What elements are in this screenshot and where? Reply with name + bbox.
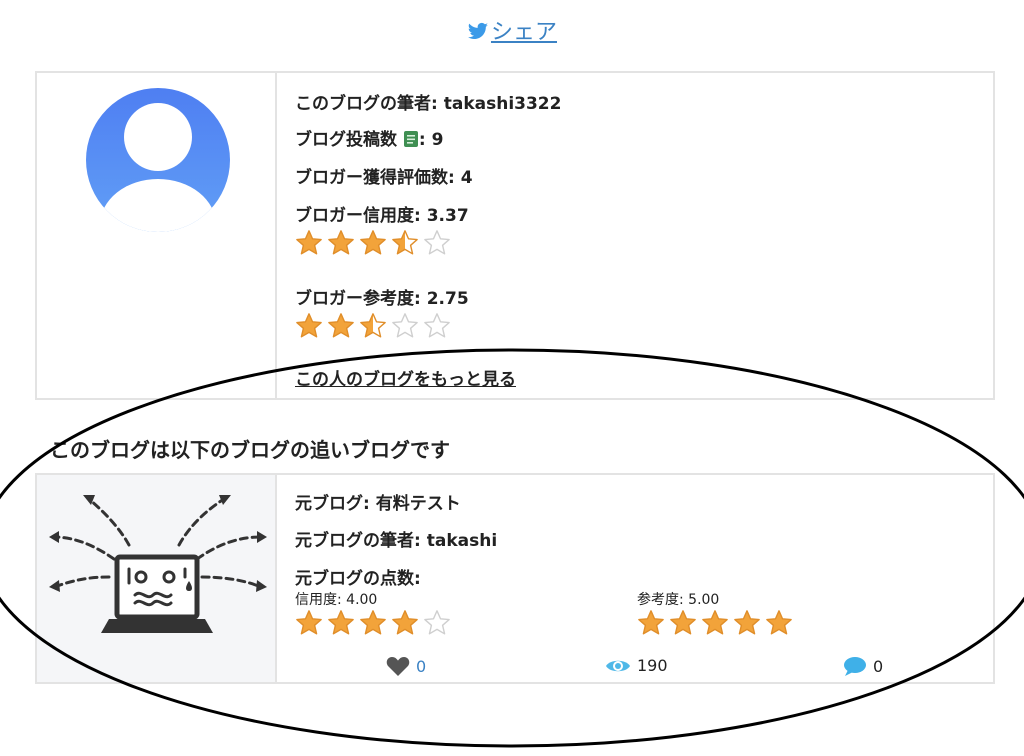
star-icon (360, 230, 386, 255)
post-count-row: ブログ投稿数 : 9 (295, 125, 443, 153)
star-icon (296, 610, 322, 635)
original-title-row: 元ブログ: 有料テスト (295, 489, 461, 514)
star-icon (424, 610, 450, 635)
credibility-stars (295, 229, 455, 260)
star-icon (638, 610, 664, 635)
star-icon (702, 610, 728, 635)
original-reference-stars (637, 609, 797, 640)
credibility-row: ブロガー信用度: 3.37 (295, 201, 469, 226)
reference-stars (295, 312, 455, 343)
original-score-label: 元ブログの点数: (295, 569, 421, 589)
author-name: takashi3322 (443, 94, 562, 114)
original-blog-thumbnail[interactable] (37, 475, 277, 682)
original-blog-info: 元ブログ: 有料テスト 元ブログの筆者: takashi 元ブログの点数: 信用… (295, 475, 993, 682)
share-section: シェア (0, 14, 1024, 48)
credibility-label: ブロガー信用度: (295, 206, 427, 226)
likes-count: 0 (416, 657, 427, 676)
reference-row: ブロガー参考度: 2.75 (295, 284, 469, 309)
author-card: このブログの筆者: takashi3322 ブログ投稿数 : 9 ブロガー獲得評… (35, 71, 995, 400)
post-count-label: ブログ投稿数 (295, 130, 397, 150)
reference-value: 2.75 (426, 289, 469, 309)
original-credibility-stars (295, 609, 455, 640)
heart-icon (386, 657, 410, 676)
star-icon (392, 313, 418, 338)
original-title-label: 元ブログ: (295, 494, 376, 514)
star-icon (424, 230, 450, 255)
book-icon (403, 130, 419, 153)
original-title[interactable]: 有料テスト (376, 494, 461, 514)
rating-count-label: ブロガー獲得評価数: (295, 168, 461, 188)
author-name-label: このブログの筆者: (295, 94, 444, 114)
share-link[interactable]: シェア (491, 20, 557, 45)
star-icon (392, 230, 418, 255)
follow-up-heading: このブログは以下のブログの追いブログです (50, 438, 450, 462)
star-icon (296, 313, 322, 338)
star-icon (670, 610, 696, 635)
original-blog-card[interactable]: 元ブログ: 有料テスト 元ブログの筆者: takashi 元ブログの点数: 信用… (35, 473, 995, 684)
user-avatar-icon (86, 88, 230, 232)
star-icon (328, 230, 354, 255)
original-author-row: 元ブログの筆者: takashi (295, 526, 497, 551)
comments-count: 0 (873, 657, 884, 676)
original-reference: 参考度: 5.00 (637, 592, 720, 608)
original-author[interactable]: takashi (427, 531, 497, 551)
star-icon (392, 610, 418, 635)
views-count: 190 (637, 656, 668, 675)
star-icon (360, 610, 386, 635)
author-avatar-cell (37, 73, 277, 398)
star-icon (766, 610, 792, 635)
star-icon (328, 610, 354, 635)
speech-bubble-icon (844, 657, 866, 676)
original-credibility: 信用度: 4.00 (295, 592, 378, 608)
rating-count-value: 4 (460, 168, 473, 188)
author-name-row: このブログの筆者: takashi3322 (295, 89, 561, 114)
post-count-value: : 9 (418, 130, 444, 150)
star-icon (734, 610, 760, 635)
rating-count-row: ブロガー獲得評価数: 4 (295, 163, 473, 188)
star-icon (296, 230, 322, 255)
comments-stat[interactable]: 0 (843, 656, 883, 677)
eye-icon (606, 660, 630, 671)
star-icon (424, 313, 450, 338)
likes-stat[interactable]: 0 (386, 656, 426, 677)
original-author-label: 元ブログの筆者: (295, 531, 427, 551)
star-icon (328, 313, 354, 338)
twitter-bird-icon[interactable] (467, 22, 489, 48)
credibility-value: 3.37 (426, 206, 469, 226)
laptop-panic-illustration (49, 495, 267, 633)
star-icon (360, 313, 386, 338)
author-info: このブログの筆者: takashi3322 ブログ投稿数 : 9 ブロガー獲得評… (295, 73, 993, 398)
views-stat: 190 (605, 656, 668, 675)
more-blogs-link[interactable]: この人のブログをもっと見る (295, 365, 516, 390)
reference-label: ブロガー参考度: (295, 289, 427, 309)
